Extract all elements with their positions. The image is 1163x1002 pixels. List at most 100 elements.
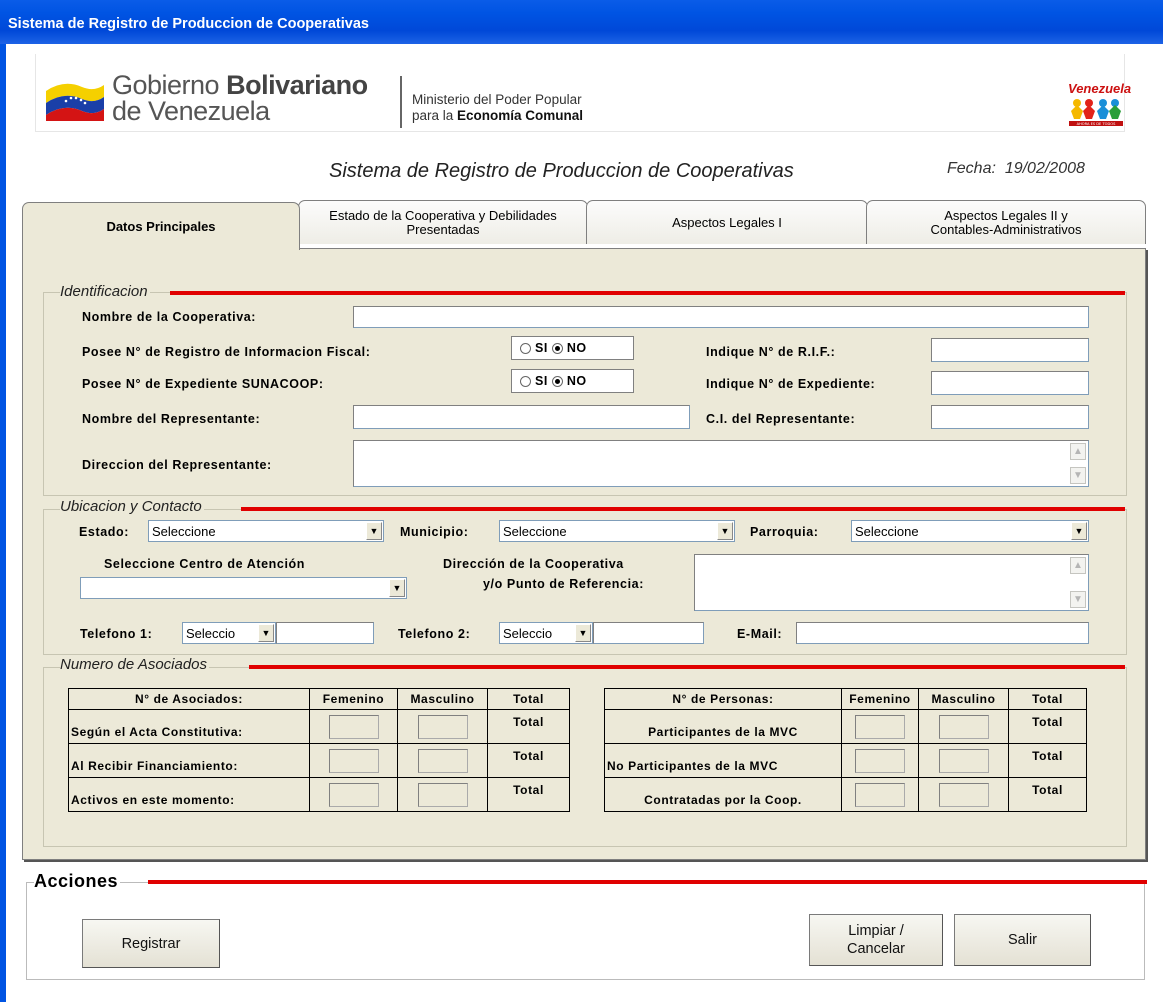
masculino-input[interactable] xyxy=(417,782,468,807)
femenino-input[interactable] xyxy=(855,782,905,807)
rif-no-radio[interactable] xyxy=(551,342,563,354)
nombre-rep-label: Nombre del Representante: xyxy=(82,412,261,426)
femenino-cell xyxy=(309,743,398,778)
page-title: Sistema de Registro de Produccion de Coo… xyxy=(329,160,794,182)
total-value: Total xyxy=(487,709,570,744)
ci-rep-input[interactable] xyxy=(931,405,1089,429)
dir-rep-textarea[interactable]: ▲ ▼ xyxy=(353,440,1089,487)
rif-si-label: SI xyxy=(535,341,548,355)
cancelar-label: Cancelar xyxy=(846,941,906,957)
col-header: Femenino xyxy=(841,688,919,710)
masculino-input[interactable] xyxy=(938,714,989,739)
tab-aspectos-legales-1[interactable]: Aspectos Legales I xyxy=(586,200,868,244)
telefono2-label: Telefono 2: xyxy=(398,627,471,641)
col-header: Total xyxy=(1008,688,1087,710)
row-label: Según el Acta Constitutiva: xyxy=(68,709,310,744)
indique-exp-label: Indique N° de Expediente: xyxy=(706,377,876,391)
row-label: No Participantes de la MVC xyxy=(604,743,842,778)
indique-rif-label: Indique N° de R.I.F.: xyxy=(706,345,836,359)
femenino-input[interactable] xyxy=(328,782,379,807)
telefono2-code-select[interactable]: Seleccio ▼ xyxy=(499,622,593,644)
femenino-cell xyxy=(841,709,919,744)
rif-si-radio[interactable] xyxy=(520,342,531,354)
municipio-label: Municipio: xyxy=(400,525,469,539)
nombre-rep-input[interactable] xyxy=(353,405,690,429)
masculino-input[interactable] xyxy=(417,748,468,773)
col-header: Masculino xyxy=(918,688,1009,710)
email-input[interactable] xyxy=(796,622,1089,644)
chevron-down-icon[interactable]: ▼ xyxy=(389,579,405,597)
telefono1-code-select[interactable]: Seleccio ▼ xyxy=(182,622,276,644)
row-label: Participantes de la MVC xyxy=(604,709,842,744)
venezuela-people-logo-icon: AHORA ES DE TODOS xyxy=(1069,99,1123,126)
masculino-input[interactable] xyxy=(938,748,989,773)
exp-si-radio[interactable] xyxy=(520,375,531,387)
posee-exp-radio-group: SI NO xyxy=(511,369,634,393)
banner-divider xyxy=(400,76,402,128)
row-label: Al Recibir Financiamiento: xyxy=(68,743,310,778)
expediente-input[interactable] xyxy=(931,371,1089,395)
window-title: Sistema de Registro de Produccion de Coo… xyxy=(8,16,369,32)
scroll-down-icon[interactable]: ▼ xyxy=(1070,591,1086,608)
rif-no-label: NO xyxy=(566,341,587,355)
femenino-input[interactable] xyxy=(328,714,379,739)
estado-select[interactable]: Seleccione ▼ xyxy=(148,520,384,542)
email-label: E-Mail: xyxy=(737,627,783,641)
femenino-cell xyxy=(309,709,398,744)
nombre-coop-input[interactable] xyxy=(353,306,1089,328)
direccion-coop-textarea[interactable]: ▲ ▼ xyxy=(694,554,1089,611)
chevron-down-icon[interactable]: ▼ xyxy=(575,624,591,642)
asociados-divider xyxy=(249,665,1125,669)
asociados-table: N° de Asociados: Femenino Masculino Tota… xyxy=(68,688,570,812)
total-value: Total xyxy=(1008,777,1087,812)
parroquia-select[interactable]: Seleccione ▼ xyxy=(851,520,1089,542)
scroll-up-icon[interactable]: ▲ xyxy=(1070,443,1086,460)
tab-datos-principales[interactable]: Datos Principales xyxy=(22,202,300,250)
municipio-select[interactable]: Seleccione ▼ xyxy=(499,520,735,542)
ci-rep-label: C.I. del Representante: xyxy=(706,412,856,426)
estado-label: Estado: xyxy=(79,525,130,539)
total-value: Total xyxy=(487,777,570,812)
tab-estado-cooperativa[interactable]: Estado de la Cooperativa y Debilidades P… xyxy=(298,200,588,244)
asociados-title: Numero de Asociados xyxy=(60,656,210,673)
masculino-input[interactable] xyxy=(938,782,989,807)
scroll-up-icon[interactable]: ▲ xyxy=(1070,557,1086,574)
logo-caption: AHORA ES DE TODOS xyxy=(1077,122,1116,126)
chevron-down-icon[interactable]: ▼ xyxy=(717,522,733,540)
masculino-input[interactable] xyxy=(417,714,468,739)
salir-button[interactable]: Salir xyxy=(954,914,1091,966)
telefono2-input[interactable] xyxy=(593,622,704,644)
femenino-input[interactable] xyxy=(855,748,905,773)
posee-rif-label: Posee N° de Registro de Informacion Fisc… xyxy=(82,345,371,359)
femenino-cell xyxy=(841,777,919,812)
exp-no-radio[interactable] xyxy=(551,375,563,387)
col-header: Masculino xyxy=(397,688,488,710)
direccion-coop-label-1: Dirección de la Cooperativa xyxy=(443,557,624,571)
ubicacion-title: Ubicacion y Contacto xyxy=(60,498,204,515)
femenino-input[interactable] xyxy=(855,714,905,739)
masculino-cell xyxy=(397,743,488,778)
registrar-button[interactable]: Registrar xyxy=(82,919,220,968)
rif-input[interactable] xyxy=(931,338,1089,362)
centro-atencion-select[interactable]: ▼ xyxy=(80,577,407,599)
masculino-cell xyxy=(918,777,1009,812)
chevron-down-icon[interactable]: ▼ xyxy=(258,624,274,642)
identificacion-title: Identificacion xyxy=(60,283,150,300)
limpiar-cancelar-button[interactable]: Limpiar / Cancelar xyxy=(809,914,943,966)
ministry-line1: Ministerio del Poder Popular xyxy=(412,92,582,107)
scroll-down-icon[interactable]: ▼ xyxy=(1070,467,1086,484)
total-value: Total xyxy=(1008,743,1087,778)
col-header: Total xyxy=(487,688,570,710)
chevron-down-icon[interactable]: ▼ xyxy=(1071,522,1087,540)
col-header: Femenino xyxy=(309,688,398,710)
telefono1-label: Telefono 1: xyxy=(80,627,153,641)
telefono1-input[interactable] xyxy=(276,622,374,644)
tab-aspectos-legales-2[interactable]: Aspectos Legales II y Contables-Administ… xyxy=(866,200,1146,244)
femenino-input[interactable] xyxy=(328,748,379,773)
total-value: Total xyxy=(1008,709,1087,744)
col-header: N° de Personas: xyxy=(604,688,842,710)
total-value: Total xyxy=(487,743,570,778)
masculino-cell xyxy=(918,743,1009,778)
window-title-bar[interactable]: Sistema de Registro de Produccion de Coo… xyxy=(0,0,1163,44)
chevron-down-icon[interactable]: ▼ xyxy=(366,522,382,540)
